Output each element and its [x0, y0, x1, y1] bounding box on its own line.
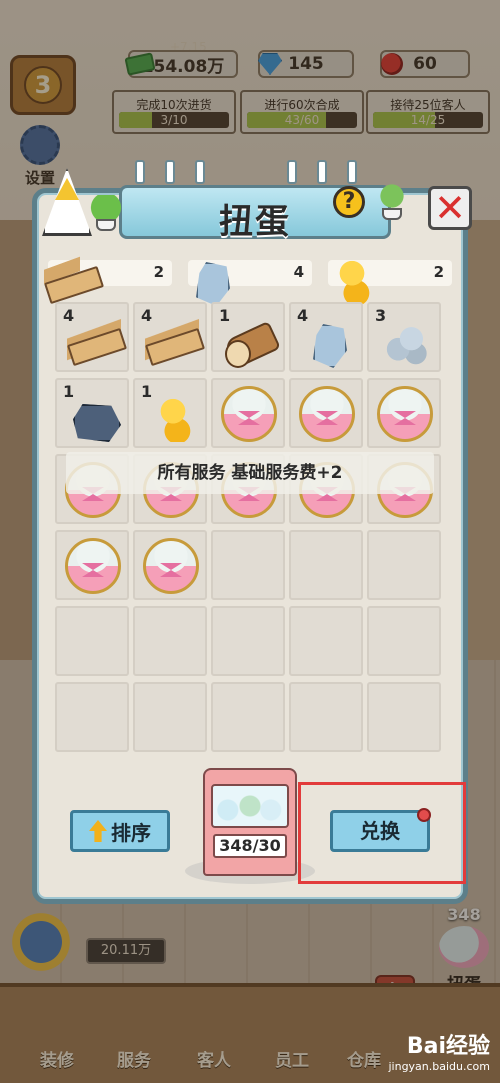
inventory-slot[interactable] — [211, 378, 285, 448]
log-icon — [223, 318, 277, 368]
capsule-icon — [299, 386, 355, 442]
flower-pot-icon — [377, 180, 407, 220]
highlight-annotation — [298, 782, 466, 884]
inventory-slot[interactable] — [289, 378, 363, 448]
empty-slot[interactable] — [211, 682, 285, 752]
empty-slot[interactable] — [133, 682, 207, 752]
sort-button[interactable]: 排序 — [70, 810, 170, 852]
material-count: 2 — [433, 263, 444, 281]
empty-slot[interactable] — [367, 530, 441, 600]
material-plank: 2 — [44, 256, 172, 288]
watermark-brand: Bai经验 — [406, 1034, 490, 1059]
machine-capsule-window — [211, 784, 289, 828]
inventory-slot[interactable]: 4 — [55, 302, 129, 372]
item-quantity: 1 — [219, 306, 231, 325]
plank-icon — [67, 318, 121, 366]
plank-icon — [44, 256, 80, 288]
capsule-icon — [143, 538, 199, 594]
toast-message: 所有服务 基础服务费+2 — [66, 452, 434, 494]
empty-slot[interactable] — [211, 530, 285, 600]
empty-slot[interactable] — [289, 682, 363, 752]
empty-slot[interactable] — [367, 682, 441, 752]
material-count: 4 — [293, 263, 304, 281]
sort-button-label: 排序 — [111, 820, 151, 845]
capsule-icon — [221, 386, 277, 442]
close-button[interactable]: ✕ — [428, 186, 472, 230]
empty-slot[interactable] — [289, 606, 363, 676]
inventory-slot[interactable]: 1 — [211, 302, 285, 372]
item-quantity: 4 — [141, 306, 153, 325]
inventory-slot[interactable] — [367, 378, 441, 448]
empty-slot[interactable] — [211, 606, 285, 676]
material-gold: 2 — [328, 260, 452, 304]
capsule-icon — [65, 538, 121, 594]
stone-icon — [301, 318, 355, 366]
material-summary: 2 4 2 — [44, 256, 456, 304]
material-count: 2 — [153, 263, 164, 281]
watermark: Bai经验 jingyan.baidu.com — [388, 1028, 490, 1073]
plant-icon — [88, 195, 124, 231]
gacha-machine[interactable]: 348/30 — [185, 762, 315, 884]
help-button[interactable]: ? — [333, 186, 365, 218]
binder-rings — [125, 160, 385, 188]
inventory-slot[interactable]: 4 — [289, 302, 363, 372]
inventory-slot[interactable] — [55, 530, 129, 600]
watermark-url: jingyan.baidu.com — [388, 1060, 490, 1073]
empty-slot[interactable] — [289, 530, 363, 600]
item-quantity: 1 — [63, 382, 75, 401]
empty-slot[interactable] — [55, 682, 129, 752]
item-quantity: 3 — [375, 306, 387, 325]
close-icon: ✕ — [434, 186, 466, 230]
empty-slot[interactable] — [55, 606, 129, 676]
item-quantity: 4 — [63, 306, 75, 325]
material-stone: 4 — [188, 260, 312, 286]
gold-icon — [145, 394, 199, 442]
up-arrow-icon — [89, 820, 107, 842]
empty-slot[interactable] — [133, 606, 207, 676]
inventory-slot[interactable]: 1 — [133, 378, 207, 448]
capsule-icon — [377, 386, 433, 442]
stone-icon — [184, 256, 220, 288]
item-quantity: 4 — [297, 306, 309, 325]
inventory-slot[interactable]: 4 — [133, 302, 207, 372]
stones-icon — [379, 318, 433, 366]
capsule-counter: 348/30 — [213, 834, 287, 858]
gold-bar-icon — [324, 256, 374, 304]
inventory-slot[interactable]: 1 — [55, 378, 129, 448]
ore-icon — [67, 394, 121, 442]
plank-icon — [145, 318, 199, 366]
inventory-slot[interactable] — [133, 530, 207, 600]
empty-slot[interactable] — [367, 606, 441, 676]
inventory-grid: 4 4 1 4 3 1 1 — [55, 302, 445, 754]
inventory-slot[interactable]: 3 — [367, 302, 441, 372]
item-quantity: 1 — [141, 382, 153, 401]
